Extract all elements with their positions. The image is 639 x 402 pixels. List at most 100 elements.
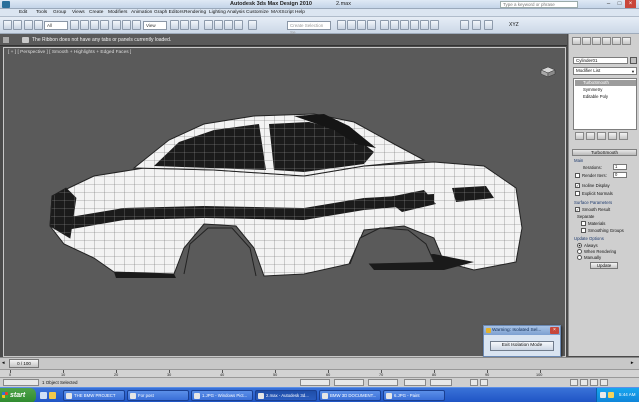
- object-name-field[interactable]: Cylinder01: [573, 57, 628, 64]
- time-slider[interactable]: 0 / 100 ◄ ►: [0, 357, 639, 369]
- layer-manager-icon[interactable]: [357, 20, 366, 30]
- next-frame-icon[interactable]: ►: [630, 360, 636, 367]
- close-icon[interactable]: ×: [625, 0, 636, 8]
- exit-isolation-mode-button[interactable]: Exit Isolation Mode: [490, 341, 554, 351]
- redo-icon[interactable]: [13, 20, 22, 30]
- rect-selection-icon[interactable]: [90, 20, 99, 30]
- scale-icon[interactable]: [132, 20, 141, 30]
- render-iters-checkbox[interactable]: [575, 173, 580, 178]
- select-object-icon[interactable]: [70, 20, 79, 30]
- manually-radio[interactable]: [577, 255, 582, 260]
- rendered-frame-icon[interactable]: [420, 20, 429, 30]
- utilities-tab-icon[interactable]: [622, 37, 631, 45]
- pivot-icon[interactable]: [170, 20, 179, 30]
- menu-group[interactable]: Group: [53, 10, 66, 15]
- clock[interactable]: 5:44 AM: [619, 392, 636, 397]
- menu-create[interactable]: Create: [89, 10, 103, 15]
- z-coordinate-field[interactable]: [368, 379, 398, 386]
- axis-x-icon[interactable]: [460, 20, 469, 30]
- turbosmooth-rollout-header[interactable]: TurboSmooth: [572, 149, 637, 156]
- next-key-icon[interactable]: [480, 379, 488, 386]
- smoothing-groups-checkbox[interactable]: [581, 228, 586, 233]
- stack-item-editable-poly[interactable]: Editable Poly: [575, 94, 636, 100]
- y-coordinate-field[interactable]: [334, 379, 364, 386]
- select-link-icon[interactable]: [24, 20, 33, 30]
- percent-snap-icon[interactable]: [224, 20, 233, 30]
- rotate-icon[interactable]: [122, 20, 131, 30]
- render-setup-icon[interactable]: [410, 20, 419, 30]
- spinner-snap-icon[interactable]: [234, 20, 243, 30]
- ref-coord-dropdown[interactable]: View: [143, 21, 167, 30]
- trackbar[interactable]: 0 10 20 30 40 50 60 70 80 90 100: [0, 369, 639, 377]
- zoom-icon[interactable]: [570, 379, 578, 386]
- perspective-viewport[interactable]: [ + ] [ Perspective ] [ Smooth + Highlig…: [3, 47, 566, 357]
- menu-modifiers[interactable]: Modifiers: [108, 10, 127, 15]
- taskbar-item[interactable]: 6.JPG - Paint: [383, 390, 445, 401]
- make-unique-icon[interactable]: [597, 132, 606, 140]
- render-icon[interactable]: [430, 20, 439, 30]
- move-icon[interactable]: [112, 20, 121, 30]
- mirror-icon[interactable]: [337, 20, 346, 30]
- warning-title[interactable]: Warning: Isolated Sel...: [484, 326, 560, 335]
- axis-y-icon[interactable]: [472, 20, 481, 30]
- chevron-down-icon[interactable]: ▼: [631, 69, 635, 74]
- explicit-normals-checkbox[interactable]: [575, 191, 580, 196]
- menu-maxscript[interactable]: MAXScript: [271, 10, 294, 15]
- materials-checkbox[interactable]: [581, 221, 586, 226]
- align-icon[interactable]: [347, 20, 356, 30]
- schematic-view-icon[interactable]: [390, 20, 399, 30]
- taskbar-item[interactable]: 2.max - Autodesk 3d...: [255, 390, 317, 401]
- volume-icon[interactable]: [608, 392, 614, 398]
- x-coordinate-field[interactable]: [300, 379, 330, 386]
- undo-icon[interactable]: [3, 20, 12, 30]
- material-editor-icon[interactable]: [400, 20, 409, 30]
- menu-customize[interactable]: Customize: [246, 10, 269, 15]
- stack-item-symmetry[interactable]: Symmetry: [575, 87, 636, 93]
- xyz-constraint-label[interactable]: XYZ: [509, 22, 519, 28]
- minimize-icon[interactable]: –: [603, 0, 614, 8]
- menu-tools[interactable]: Tools: [36, 10, 47, 15]
- close-icon[interactable]: ×: [550, 327, 559, 334]
- menu-graph-editors[interactable]: Graph Editors: [154, 10, 184, 15]
- selection-filter-dropdown[interactable]: All: [44, 21, 68, 30]
- prev-frame-icon[interactable]: ◄: [1, 360, 7, 367]
- menu-animation[interactable]: Animation: [131, 10, 152, 15]
- iterations-spinner[interactable]: 1: [613, 164, 627, 170]
- show-end-result-icon[interactable]: [586, 132, 595, 140]
- render-iters-spinner[interactable]: 0: [613, 172, 627, 178]
- update-button[interactable]: Update: [590, 262, 618, 269]
- maximize-viewport-icon[interactable]: [600, 379, 608, 386]
- car-wireframe-model[interactable]: [4, 48, 566, 357]
- set-key-button[interactable]: [430, 379, 452, 386]
- isoline-display-checkbox[interactable]: ✓: [575, 183, 580, 188]
- menu-views[interactable]: Views: [72, 10, 85, 15]
- auto-key-button[interactable]: [404, 379, 426, 386]
- pin-stack-icon[interactable]: [575, 132, 584, 140]
- taskbar-item[interactable]: 1.JPG - Windows Pict...: [191, 390, 253, 401]
- taskbar-item[interactable]: For post: [127, 390, 189, 401]
- angle-snap-icon[interactable]: [214, 20, 223, 30]
- orbit-icon[interactable]: [590, 379, 598, 386]
- quick-launch-icon[interactable]: [40, 392, 47, 399]
- menu-rendering[interactable]: Rendering: [184, 10, 206, 15]
- create-tab-icon[interactable]: [572, 37, 581, 45]
- app-logo-icon[interactable]: [2, 1, 10, 8]
- time-slider-thumb[interactable]: 0 / 100: [9, 359, 39, 368]
- taskbar-item[interactable]: BMW 3D DOCUMENT...: [319, 390, 381, 401]
- modify-tab-icon[interactable]: [582, 37, 591, 45]
- curve-editor-icon[interactable]: [380, 20, 389, 30]
- menu-lighting-analysis[interactable]: Lighting Analysis: [209, 10, 245, 15]
- modifier-list-dropdown[interactable]: Modifier List: [573, 67, 637, 75]
- quick-launch-icon[interactable]: [49, 392, 56, 399]
- unlink-icon[interactable]: [34, 20, 43, 30]
- stack-item-turbosmooth[interactable]: TurboSmooth: [575, 80, 636, 86]
- menu-edit[interactable]: Edit: [19, 10, 27, 15]
- start-button[interactable]: start: [0, 388, 36, 402]
- keyboard-shortcut-icon[interactable]: [190, 20, 199, 30]
- select-by-name-icon[interactable]: [80, 20, 89, 30]
- network-icon[interactable]: [600, 392, 606, 398]
- maximize-icon[interactable]: □: [614, 0, 625, 8]
- hierarchy-tab-icon[interactable]: [592, 37, 601, 45]
- window-crossing-icon[interactable]: [100, 20, 109, 30]
- pan-icon[interactable]: [580, 379, 588, 386]
